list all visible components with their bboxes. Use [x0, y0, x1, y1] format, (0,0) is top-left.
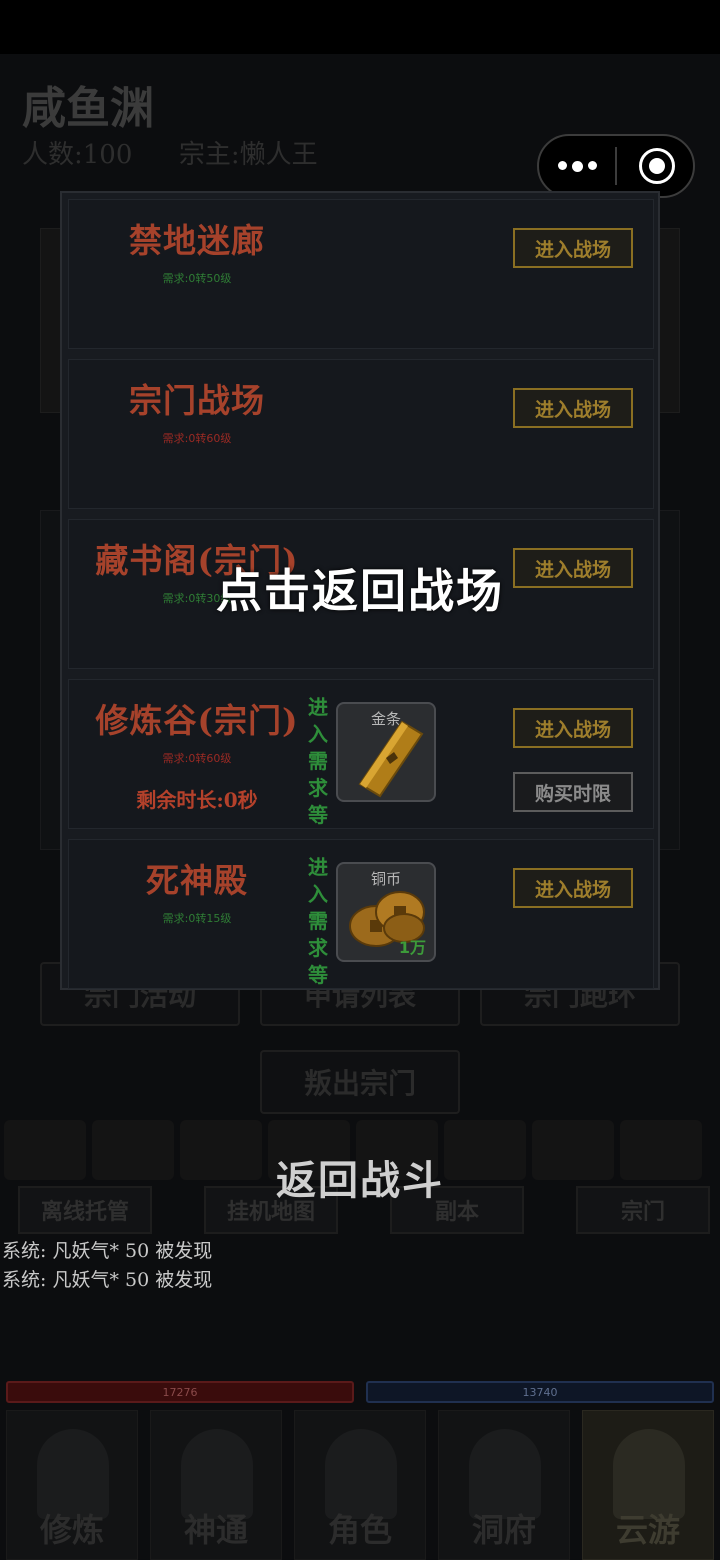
item-quantity: 1万 [398, 938, 426, 957]
close-target-icon[interactable] [639, 148, 675, 184]
battlefield-requirement: 需求:0转60级 [162, 752, 232, 765]
nav-travel[interactable]: 云游 [582, 1410, 714, 1560]
battlefield-card: 修炼谷(宗门) 需求:0转60级 剩余时长:0秒 进入需求等 金条 进入战场 购… [68, 679, 654, 829]
nav-skills[interactable]: 神通 [150, 1410, 282, 1560]
gold-bar-icon [358, 720, 424, 798]
hp-bar: 17276 [6, 1381, 354, 1403]
required-item-slot[interactable]: 金条 [336, 702, 436, 802]
enter-battlefield-button[interactable]: 进入战场 [513, 868, 633, 908]
battlefield-name: 禁地迷廊 [129, 221, 265, 260]
nav-character[interactable]: 角色 [294, 1410, 426, 1560]
battlefield-card: 死神殿 需求:0转15级 进入需求等 铜币 1万 进入战场 [68, 839, 654, 989]
return-to-battlefield-hint[interactable]: 点击返回战场 [0, 555, 720, 621]
enter-battlefield-button[interactable]: 进入战场 [513, 388, 633, 428]
member-count: 人数:100 [22, 140, 133, 170]
more-menu-icon[interactable] [539, 160, 615, 172]
nav-cultivate[interactable]: 修炼 [6, 1410, 138, 1560]
leave-sect-button[interactable]: 叛出宗门 [260, 1050, 460, 1114]
system-message: 系统: 凡妖气* 50 被发现 [2, 1240, 213, 1262]
remaining-time: 剩余时长:0秒 [136, 788, 258, 812]
sect-leader: 宗主:懒人王 [178, 140, 318, 170]
enter-battlefield-button[interactable]: 进入战场 [513, 228, 633, 268]
battlefield-requirement: 需求:0转50级 [162, 272, 232, 285]
mini-program-capsule [537, 134, 695, 198]
capsule-divider [615, 147, 617, 185]
top-status-strip [0, 0, 720, 54]
required-item-slot[interactable]: 铜币 1万 [336, 862, 436, 962]
sect-title: 咸鱼渊 [22, 83, 154, 134]
battlefield-requirement: 需求:0转15级 [162, 912, 232, 925]
nav-cave[interactable]: 洞府 [438, 1410, 570, 1560]
return-to-battle-button[interactable]: 返回战斗 [0, 1148, 720, 1206]
sect-info: 人数:100 宗主:懒人王 [22, 134, 318, 171]
entry-requirement-note: 进入需求等 [308, 855, 328, 987]
enter-battlefield-button[interactable]: 进入战场 [513, 708, 633, 748]
battlefield-name: 修炼谷(宗门) [95, 701, 299, 740]
battlefield-name: 宗门战场 [129, 381, 265, 420]
battlefield-card: 禁地迷廊 需求:0转50级 进入战场 [68, 199, 654, 349]
battlefield-card: 宗门战场 需求:0转60级 进入战场 [68, 359, 654, 509]
mp-bar: 13740 [366, 1381, 714, 1403]
buy-time-limit-button[interactable]: 购买时限 [513, 772, 633, 812]
entry-requirement-note: 进入需求等 [308, 695, 328, 827]
battlefield-requirement: 需求:0转60级 [162, 432, 232, 445]
battlefield-name: 死神殿 [146, 861, 248, 900]
system-message: 系统: 凡妖气* 50 被发现 [2, 1269, 213, 1291]
